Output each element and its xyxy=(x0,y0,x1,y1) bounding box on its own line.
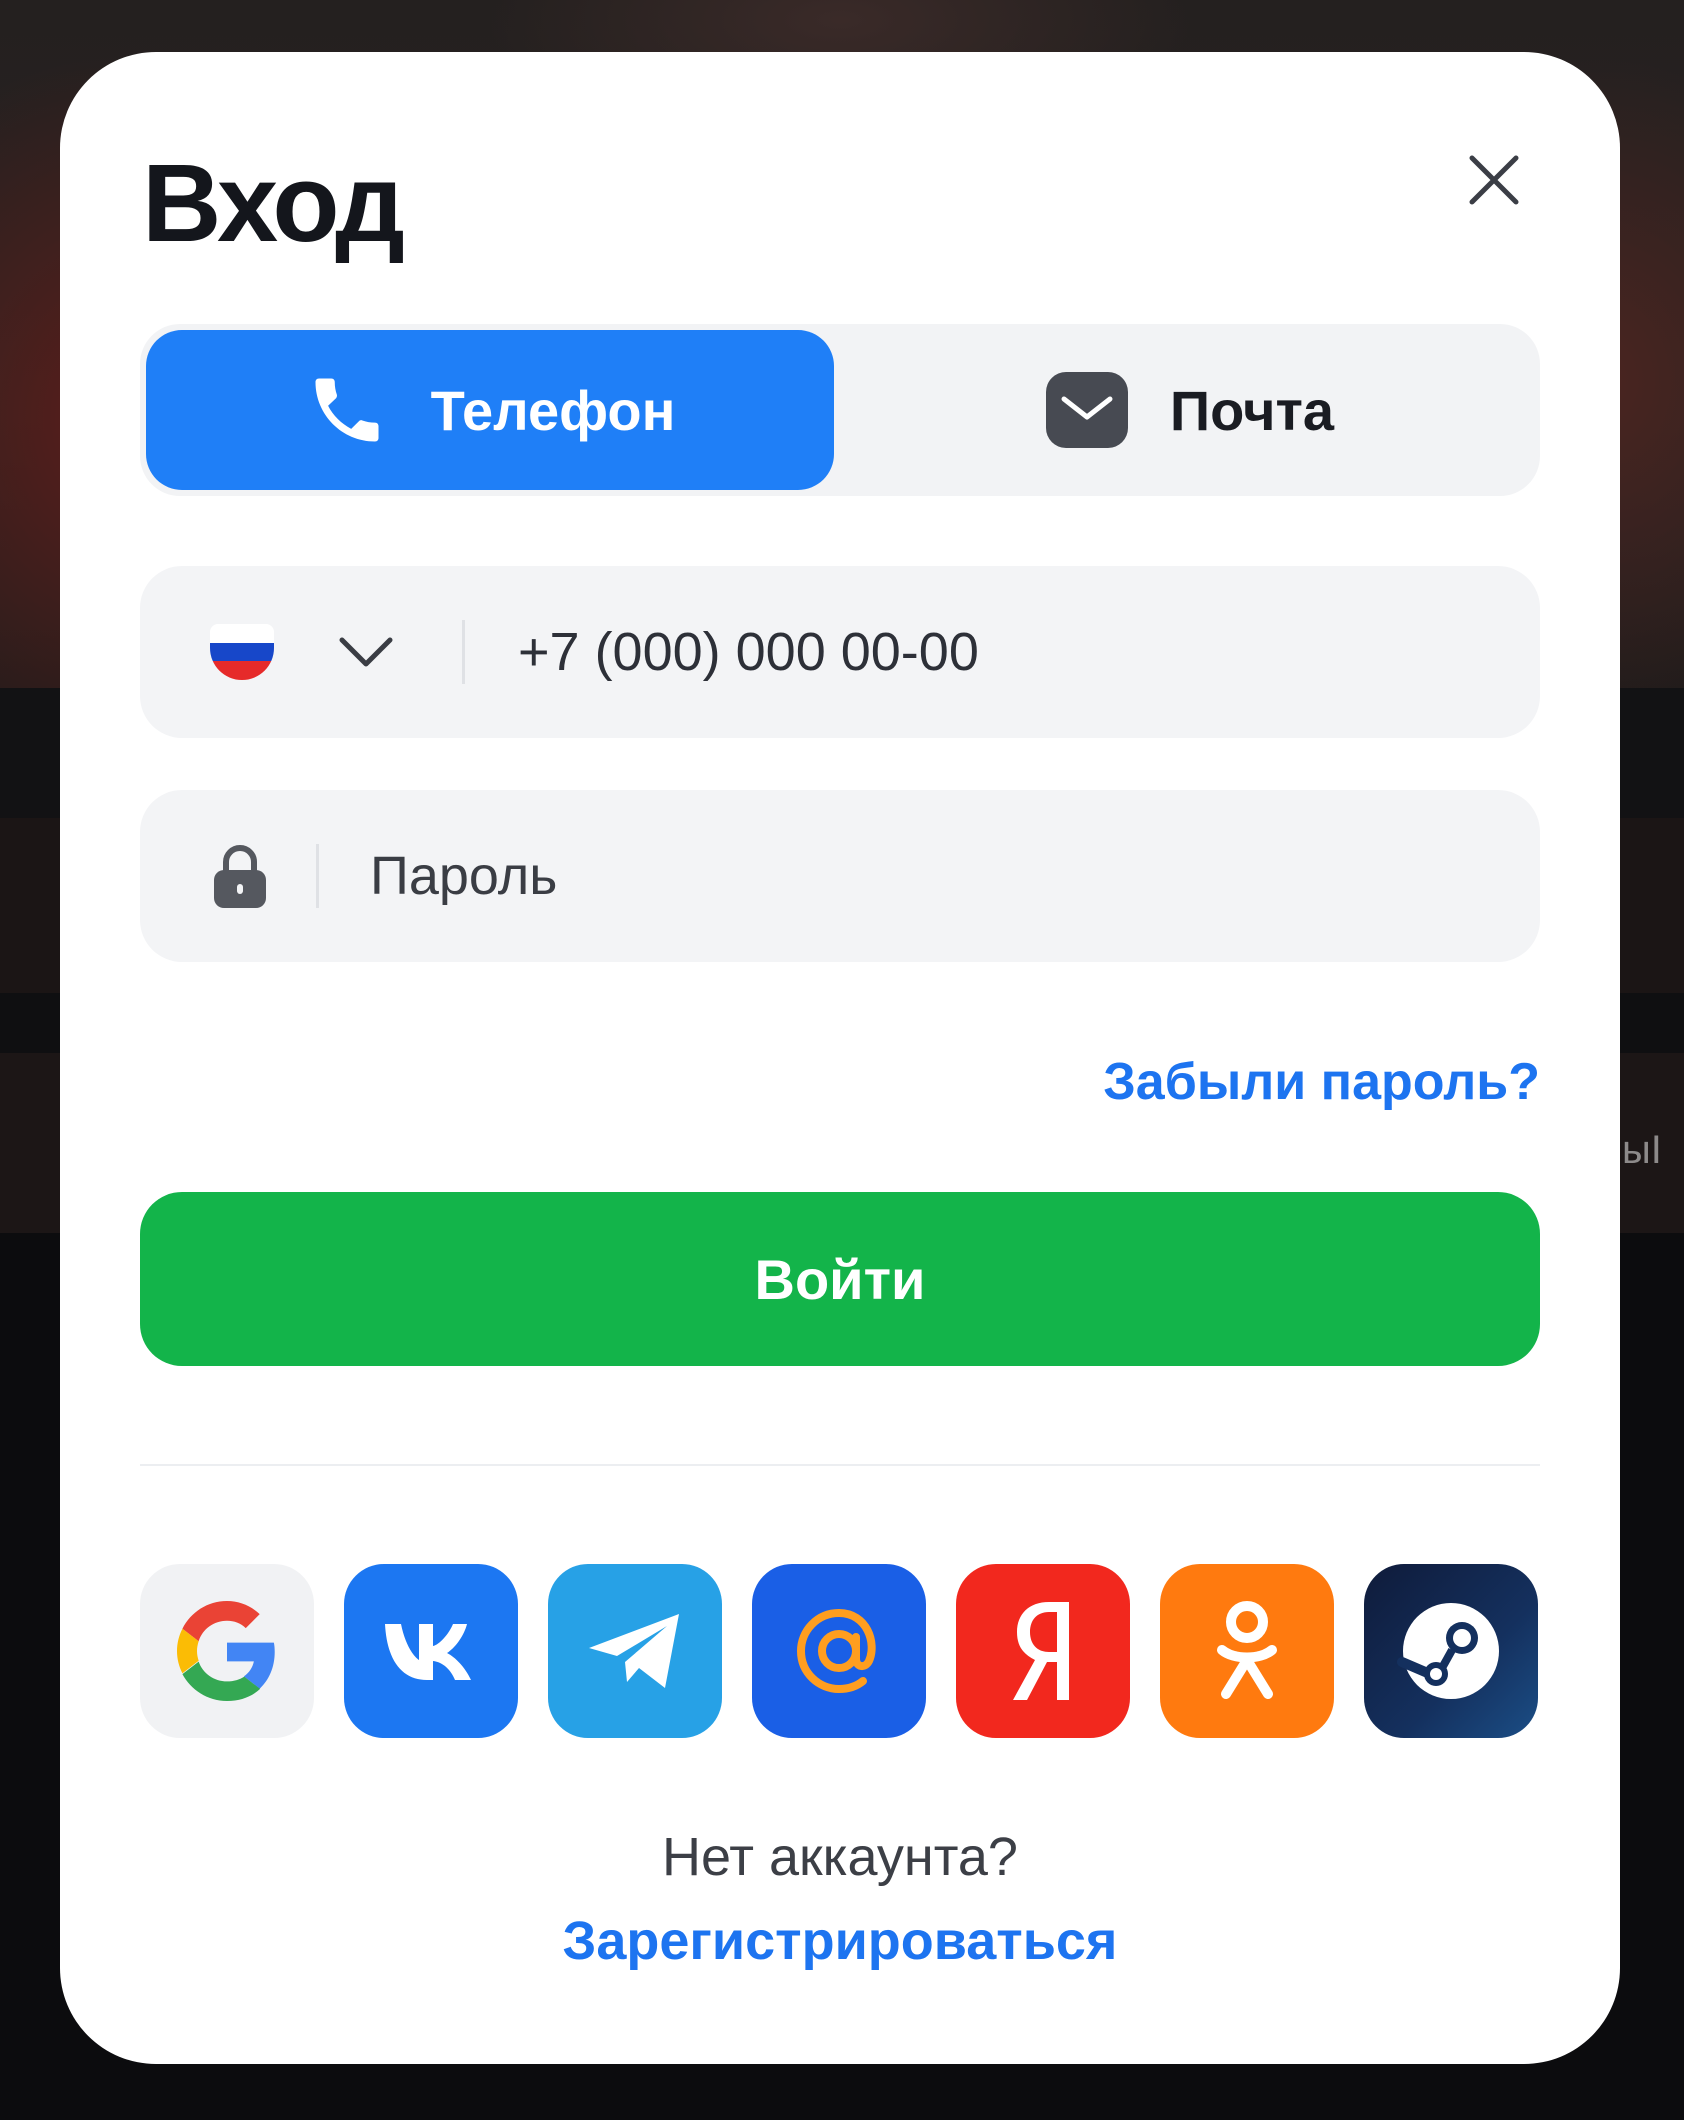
yandex-icon xyxy=(1013,1602,1069,1700)
close-button[interactable] xyxy=(1458,144,1530,216)
steam-icon xyxy=(1397,1603,1499,1699)
flag-stripe-blue xyxy=(210,642,274,662)
register-link[interactable]: Зарегистрироваться xyxy=(60,1910,1620,1972)
odnoklassniki-login-button[interactable] xyxy=(1160,1564,1334,1738)
tab-phone-label: Телефон xyxy=(430,378,676,442)
login-method-tabs: Телефон Почта xyxy=(140,324,1540,496)
vk-login-button[interactable] xyxy=(344,1564,518,1738)
field-divider xyxy=(316,844,319,908)
telegram-icon xyxy=(589,1614,679,1688)
modal-title: Вход xyxy=(142,142,405,265)
mail-ru-login-button[interactable] xyxy=(752,1564,926,1738)
russia-flag-icon[interactable] xyxy=(210,624,274,680)
mail-icon xyxy=(1045,372,1128,448)
login-button[interactable]: Войти xyxy=(140,1192,1540,1366)
odnoklassniki-icon xyxy=(1217,1601,1277,1699)
chevron-down-icon xyxy=(339,637,393,667)
password-input[interactable] xyxy=(370,826,1490,926)
no-account-text: Нет аккаунта? xyxy=(662,1827,1018,1887)
steam-login-button[interactable] xyxy=(1364,1564,1538,1738)
phone-icon xyxy=(315,378,379,442)
tab-mail[interactable]: Почта xyxy=(846,330,1534,490)
mail-ru-icon xyxy=(796,1608,876,1694)
forgot-password-link[interactable]: Забыли пароль? xyxy=(1103,1052,1540,1112)
tab-mail-label: Почта xyxy=(1169,378,1335,442)
password-field xyxy=(140,790,1540,962)
flag-stripe-red xyxy=(210,661,274,680)
google-icon xyxy=(177,1601,275,1701)
lock-icon xyxy=(210,844,270,910)
country-select-button[interactable] xyxy=(336,630,396,674)
vk-icon xyxy=(385,1624,471,1680)
tab-phone[interactable]: Телефон xyxy=(146,330,834,490)
background-peek-text: ыI xyxy=(1622,1128,1662,1172)
social-login-row xyxy=(140,1564,1540,1738)
phone-field xyxy=(140,566,1540,738)
field-divider xyxy=(462,620,465,684)
divider xyxy=(140,1464,1540,1466)
telegram-login-button[interactable] xyxy=(548,1564,722,1738)
phone-input[interactable] xyxy=(518,602,1498,702)
flag-stripe-white xyxy=(210,624,274,643)
yandex-login-button[interactable] xyxy=(956,1564,1130,1738)
close-icon xyxy=(1469,155,1519,205)
login-modal: Вход Телефон Почта +7 (000) 000 00-00 За… xyxy=(60,52,1620,2064)
google-login-button[interactable] xyxy=(140,1564,314,1738)
